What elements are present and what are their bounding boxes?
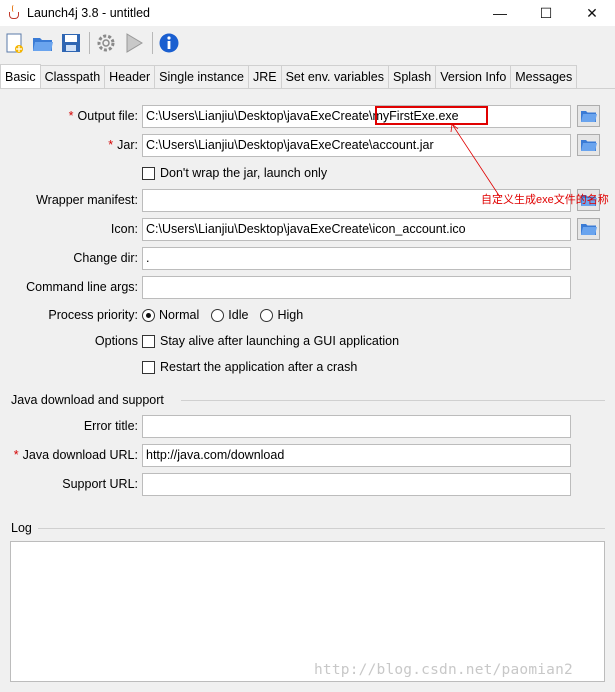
stay-alive-option[interactable]: Stay alive after launching a GUI applica… <box>142 332 399 350</box>
options-label: Options <box>94 334 138 348</box>
tab-messages[interactable]: Messages <box>510 65 578 88</box>
output-file-field[interactable]: C:\Users\Lianjiu\Desktop\javaExeCreate\m… <box>142 105 571 128</box>
error-title-field[interactable] <box>142 415 571 438</box>
stay-alive-checkbox[interactable] <box>142 334 155 348</box>
toolbar-separator <box>89 32 90 54</box>
tab-single-instance[interactable]: Single instance <box>154 65 249 88</box>
restart-option[interactable]: Restart the application after a crash <box>142 358 357 376</box>
output-file-label: * Output file: <box>68 109 138 123</box>
java-download-section-title: Java download and support <box>11 393 164 407</box>
priority-high-label: High <box>277 308 304 322</box>
error-title-label: Error title: <box>83 419 138 433</box>
priority-normal-option[interactable]: Normal <box>142 308 199 322</box>
tab-bar: Basic Classpath Header Single instance J… <box>0 64 578 88</box>
priority-high-radio[interactable] <box>260 308 274 322</box>
tab-version-info[interactable]: Version Info <box>435 65 512 88</box>
toolbar-separator <box>152 32 153 54</box>
section-divider <box>38 528 605 529</box>
annotation-text: 自定义生成exe文件的名称 <box>481 194 609 206</box>
priority-radio-group: Normal Idle High <box>142 306 315 324</box>
minimize-button[interactable]: — <box>477 0 523 26</box>
restart-checkbox[interactable] <box>142 360 155 374</box>
open-folder-icon[interactable] <box>31 31 55 55</box>
priority-idle-option[interactable]: Idle <box>211 308 248 322</box>
new-file-icon[interactable] <box>3 31 27 55</box>
log-textarea[interactable] <box>10 541 605 682</box>
priority-label: Process priority: <box>48 308 138 322</box>
priority-normal-label: Normal <box>159 308 200 322</box>
jar-browse-button[interactable] <box>577 134 600 156</box>
change-dir-label: Change dir: <box>73 251 138 265</box>
tab-divider <box>0 88 615 89</box>
window-title: Launch4j 3.8 - untitled <box>27 6 151 20</box>
icon-browse-button[interactable] <box>577 218 600 240</box>
dont-wrap-label: Don't wrap the jar, launch only <box>160 166 328 180</box>
tab-classpath[interactable]: Classpath <box>39 65 106 88</box>
dont-wrap-checkbox[interactable] <box>142 166 155 180</box>
stay-alive-label: Stay alive after launching a GUI applica… <box>160 334 400 348</box>
watermark: http://blog.csdn.net/paomian2 <box>314 662 573 678</box>
support-url-field[interactable] <box>142 473 571 496</box>
section-divider <box>181 400 605 401</box>
jar-field[interactable]: C:\Users\Lianjiu\Desktop\javaExeCreate\a… <box>142 134 571 157</box>
tab-basic[interactable]: Basic <box>0 64 41 88</box>
run-play-icon[interactable] <box>122 31 146 55</box>
dont-wrap-option[interactable]: Don't wrap the jar, launch only <box>142 164 327 182</box>
wrapper-manifest-label: Wrapper manifest: <box>36 193 138 207</box>
tab-set-env-variables[interactable]: Set env. variables <box>280 65 390 88</box>
title-bar: Launch4j 3.8 - untitled — ☐ ✕ <box>0 0 615 26</box>
icon-label: Icon: <box>110 222 138 236</box>
support-url-label: Support URL: <box>62 477 138 491</box>
priority-idle-label: Idle <box>228 308 249 322</box>
tab-splash[interactable]: Splash <box>388 65 437 88</box>
log-section-title: Log <box>11 521 32 535</box>
java-download-url-label: * Java download URL: <box>13 448 138 462</box>
maximize-button[interactable]: ☐ <box>523 0 569 26</box>
open-folder-icon <box>580 111 597 122</box>
cmd-args-field[interactable] <box>142 276 571 299</box>
output-file-browse-button[interactable] <box>577 105 600 127</box>
cmd-args-label: Command line args: <box>26 280 138 294</box>
restart-label: Restart the application after a crash <box>160 360 358 374</box>
java-download-url-field[interactable]: http://java.com/download <box>142 444 571 467</box>
jar-label: * Jar: <box>108 138 138 152</box>
close-button[interactable]: ✕ <box>569 0 615 26</box>
priority-normal-radio[interactable] <box>142 308 155 322</box>
open-folder-icon <box>580 224 597 235</box>
icon-field[interactable]: C:\Users\Lianjiu\Desktop\javaExeCreate\i… <box>142 218 571 241</box>
java-app-icon <box>7 5 21 21</box>
build-gear-icon[interactable] <box>94 31 118 55</box>
save-icon[interactable] <box>59 31 83 55</box>
annotation-highlight-box <box>375 106 488 125</box>
change-dir-field[interactable]: . <box>142 247 571 270</box>
tab-header[interactable]: Header <box>104 65 156 88</box>
priority-idle-radio[interactable] <box>211 308 225 322</box>
info-icon[interactable] <box>157 31 181 55</box>
tab-jre[interactable]: JRE <box>247 65 282 88</box>
priority-high-option[interactable]: High <box>260 308 303 322</box>
toolbar <box>0 28 615 58</box>
open-folder-icon <box>580 140 597 151</box>
